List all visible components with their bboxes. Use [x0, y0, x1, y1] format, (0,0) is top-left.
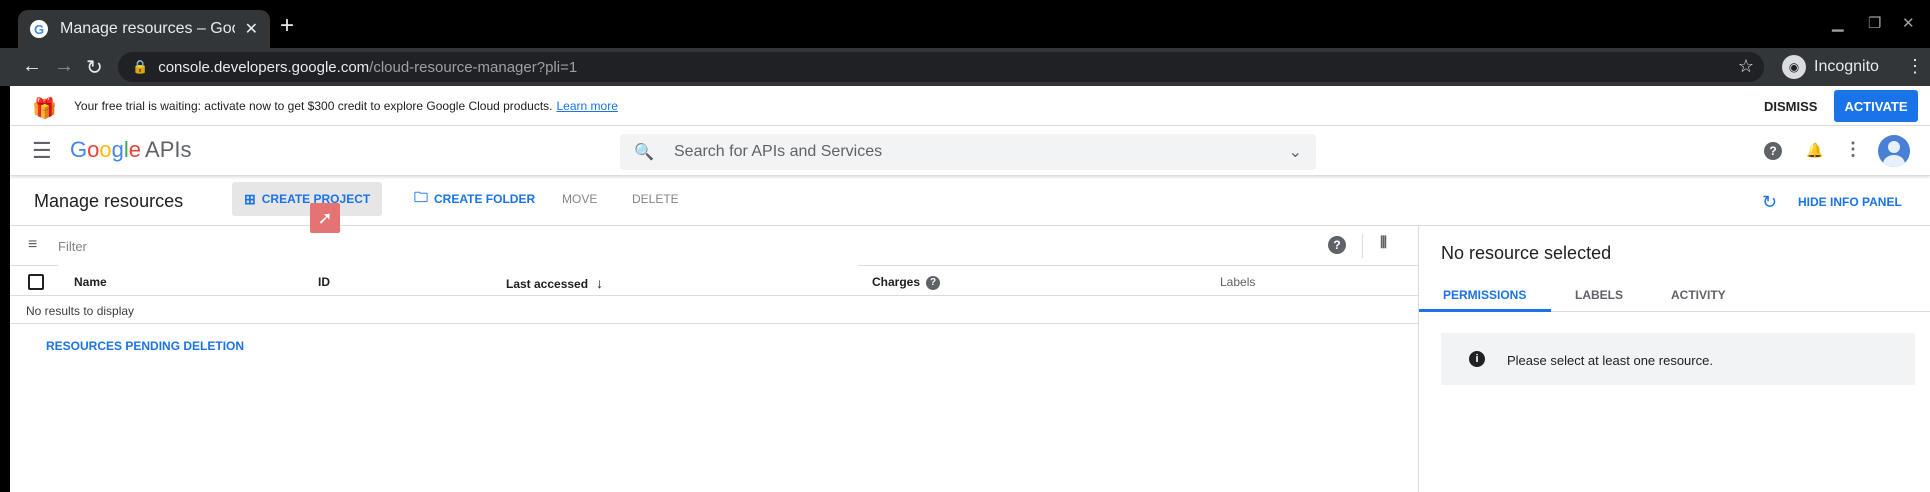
- url-path: /cloud-resource-manager?pli=1: [369, 58, 578, 76]
- column-name[interactable]: Name: [74, 275, 107, 289]
- app-header: ☰ GoogleAPIs 🔍 ⌄ ? 🔔 ⋮: [10, 126, 1930, 176]
- dismiss-button[interactable]: DISMISS: [1764, 99, 1817, 114]
- delete-button[interactable]: DELETE: [620, 182, 691, 216]
- tab-permissions[interactable]: PERMISSIONS: [1443, 288, 1526, 302]
- chevron-down-icon[interactable]: ⌄: [1289, 142, 1302, 162]
- mouse-cursor-highlight: ➚: [310, 203, 340, 233]
- search-input[interactable]: [674, 134, 1254, 170]
- forward-icon[interactable]: →: [54, 55, 74, 78]
- more-options-icon[interactable]: ⋮: [1844, 139, 1862, 159]
- empty-table-message: No results to display: [10, 296, 1418, 324]
- new-tab-button[interactable]: +: [272, 12, 302, 40]
- lock-icon: 🔒: [132, 59, 149, 74]
- google-favicon-icon: G: [30, 20, 48, 38]
- add-box-icon: ⊞: [244, 190, 256, 207]
- charges-help-icon[interactable]: ?: [926, 275, 941, 290]
- column-id[interactable]: ID: [318, 275, 330, 289]
- move-button[interactable]: MOVE: [550, 182, 609, 216]
- notifications-bell-icon[interactable]: 🔔: [1806, 142, 1824, 160]
- account-avatar[interactable]: [1878, 135, 1910, 167]
- google-apis-logo[interactable]: Google APIs: [70, 137, 191, 163]
- active-tab-indicator: [1419, 309, 1551, 312]
- column-charges[interactable]: Charges?: [872, 275, 941, 290]
- hide-info-panel-button[interactable]: HIDE INFO PANEL: [1798, 195, 1902, 209]
- activate-button[interactable]: ACTIVATE: [1834, 90, 1918, 122]
- learn-more-link[interactable]: Learn more: [557, 99, 618, 113]
- select-all-checkbox[interactable]: [28, 274, 44, 290]
- table-header: Name ID Last accessed ↓ Charges? Labels: [10, 266, 1418, 296]
- help-icon[interactable]: ?: [1764, 142, 1782, 160]
- sort-down-arrow-icon: ↓: [596, 275, 604, 291]
- column-labels: Labels: [1220, 275, 1256, 289]
- last-accessed-label: Last accessed: [506, 277, 589, 291]
- logo-letter: o: [99, 137, 112, 162]
- filter-icon: ≡: [28, 236, 38, 253]
- tab-labels[interactable]: LABELS: [1575, 288, 1623, 302]
- api-search-box[interactable]: 🔍 ⌄: [620, 134, 1316, 170]
- page-title: Manage resources: [34, 191, 184, 211]
- gift-icon: 🎁: [32, 98, 57, 120]
- notice-text: Please select at least one resource.: [1507, 353, 1713, 368]
- tab-activity[interactable]: ACTIVITY: [1671, 288, 1726, 302]
- info-panel-title: No resource selected: [1441, 243, 1612, 263]
- create-project-button[interactable]: ⊞ CREATE PROJECT: [232, 182, 383, 216]
- restore-icon[interactable]: ❐: [1868, 14, 1881, 32]
- info-panel: No resource selected PERMISSIONS LABELS …: [1418, 226, 1930, 492]
- info-panel-tabs: PERMISSIONS LABELS ACTIVITY: [1419, 278, 1930, 312]
- logo-letter: G: [70, 137, 88, 162]
- reload-icon[interactable]: ↻: [86, 55, 103, 80]
- charges-label: Charges: [872, 275, 921, 289]
- filter-bar: ≡ ? ⦀: [10, 226, 1418, 266]
- hamburger-menu-icon[interactable]: ☰: [32, 138, 52, 164]
- free-trial-banner: 🎁 Your free trial is waiting: activate n…: [10, 86, 1930, 126]
- resource-toolbar: Manage resources ⊞ CREATE PROJECT 🗀 CREATE…: [10, 176, 1930, 226]
- minimize-icon[interactable]: ▁: [1832, 14, 1844, 32]
- logo-letter: e: [128, 137, 142, 162]
- folder-add-icon: 🗀: [414, 189, 428, 205]
- banner-message: Your free trial is waiting: activate now…: [74, 99, 618, 113]
- address-bar[interactable]: 🔒 console.developers.google.com /cloud-r…: [118, 52, 1764, 82]
- browser-menu-icon[interactable]: ⋮: [1906, 56, 1924, 77]
- banner-text: Your free trial is waiting: activate now…: [74, 99, 553, 113]
- logo-suffix: APIs: [145, 137, 192, 162]
- back-icon[interactable]: ←: [22, 55, 42, 78]
- selection-notice: i Please select at least one resource.: [1441, 333, 1915, 385]
- resources-pending-deletion-link[interactable]: RESOURCES PENDING DELETION: [46, 339, 244, 353]
- logo-letter: o: [87, 137, 100, 162]
- tab-title: Manage resources – Goog: [60, 20, 235, 37]
- incognito-icon: ◉: [1782, 55, 1806, 79]
- info-icon: i: [1469, 351, 1485, 367]
- address-toolbar: ← → ↻ 🔒 console.developers.google.com /c…: [0, 48, 1930, 86]
- column-last-accessed[interactable]: Last accessed ↓: [506, 275, 603, 291]
- bookmark-star-icon[interactable]: ☆: [1738, 56, 1754, 77]
- search-icon: 🔍: [634, 144, 654, 161]
- incognito-indicator[interactable]: ◉ Incognito: [1782, 54, 1879, 80]
- window-close-icon[interactable]: ✕: [1902, 14, 1915, 32]
- url-host: console.developers.google.com: [158, 58, 370, 76]
- divider: [1362, 234, 1363, 258]
- create-folder-button[interactable]: 🗀 CREATE FOLDER: [402, 182, 547, 216]
- page-content: 🎁 Your free trial is waiting: activate n…: [10, 86, 1930, 492]
- column-display-icon[interactable]: ⦀: [1380, 235, 1387, 253]
- filter-input[interactable]: [58, 226, 858, 266]
- create-folder-label: CREATE FOLDER: [434, 192, 536, 206]
- logo-letter: g: [111, 137, 124, 162]
- incognito-label: Incognito: [1814, 58, 1879, 75]
- browser-tab[interactable]: G Manage resources – Goog ✕: [18, 10, 270, 48]
- refresh-icon[interactable]: ↻: [1762, 192, 1777, 213]
- close-tab-icon[interactable]: ✕: [245, 19, 258, 39]
- filter-help-icon[interactable]: ?: [1328, 236, 1346, 254]
- browser-tab-strip: G Manage resources – Goog ✕ + ▁ ❐ ✕: [0, 0, 1930, 48]
